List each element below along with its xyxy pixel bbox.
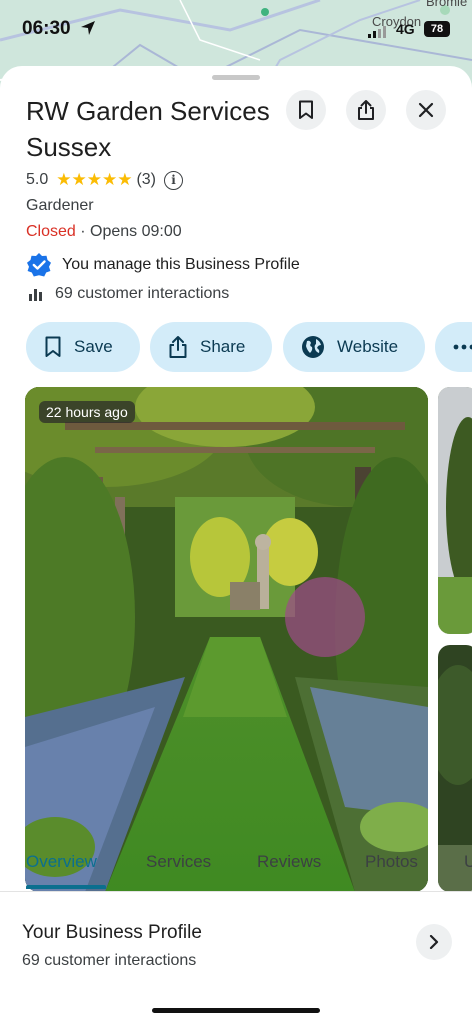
action-chips: Save Share Website bbox=[26, 322, 472, 372]
location-arrow-icon bbox=[81, 21, 95, 35]
opens-time: · Opens 09:00 bbox=[80, 223, 182, 240]
photo-timestamp: 22 hours ago bbox=[39, 401, 135, 423]
place-category: Gardener bbox=[26, 197, 94, 214]
save-button[interactable]: Save bbox=[26, 322, 140, 372]
place-title: RW Garden Services Sussex bbox=[26, 96, 270, 162]
verified-badge-icon bbox=[27, 253, 51, 277]
business-profile-title: Your Business Profile bbox=[22, 922, 202, 943]
tab-photos[interactable]: Photos bbox=[365, 852, 418, 872]
active-tab-indicator bbox=[26, 885, 106, 889]
open-status: Closed bbox=[26, 223, 76, 240]
chevron-right-icon bbox=[429, 935, 439, 949]
save-button-label: Save bbox=[74, 337, 113, 356]
tab-bar: Overview Services Reviews Photos U bbox=[0, 840, 472, 892]
manage-profile-text: You manage this Business Profile bbox=[62, 256, 300, 273]
tab-updates[interactable]: U bbox=[464, 852, 472, 872]
network-type: 4G bbox=[396, 21, 415, 37]
tab-services[interactable]: Services bbox=[146, 852, 211, 872]
share-icon-button[interactable] bbox=[346, 90, 386, 130]
status-bar: 06:30 4G 78 bbox=[0, 0, 472, 60]
main-photo[interactable]: 22 hours ago bbox=[25, 387, 428, 892]
rating-row[interactable]: 5.0 ★★★★★ (3) i bbox=[26, 170, 184, 190]
save-icon-button[interactable] bbox=[286, 90, 326, 130]
star-rating-icon: ★★★★★ bbox=[56, 170, 133, 189]
bar-chart-icon bbox=[29, 289, 42, 301]
manage-profile-row[interactable]: You manage this Business Profile bbox=[26, 252, 300, 278]
garden-photo-image bbox=[25, 387, 428, 892]
more-button[interactable] bbox=[435, 322, 472, 372]
globe-icon bbox=[302, 336, 324, 358]
close-button[interactable] bbox=[406, 90, 446, 130]
rating-value: 5.0 bbox=[26, 171, 49, 188]
bookmark-icon bbox=[299, 100, 313, 119]
share-icon bbox=[358, 100, 374, 120]
website-button[interactable]: Website bbox=[283, 322, 425, 372]
tab-reviews[interactable]: Reviews bbox=[257, 852, 321, 872]
tab-overview[interactable]: Overview bbox=[26, 852, 97, 872]
side-photo-1[interactable] bbox=[438, 387, 472, 634]
close-icon bbox=[418, 102, 434, 118]
business-profile-open-button[interactable] bbox=[416, 924, 452, 960]
side-photo-1-image bbox=[438, 387, 472, 634]
review-count[interactable]: (3) bbox=[136, 171, 156, 189]
website-button-label: Website bbox=[337, 337, 399, 356]
more-icon bbox=[453, 344, 472, 350]
opening-hours[interactable]: Closed · Opens 09:00 bbox=[26, 223, 182, 241]
home-indicator[interactable] bbox=[152, 1008, 320, 1013]
customer-interactions-text: 69 customer interactions bbox=[55, 285, 230, 302]
status-time: 06:30 bbox=[22, 18, 71, 39]
info-icon[interactable]: i bbox=[164, 170, 184, 190]
share-button[interactable]: Share bbox=[150, 322, 272, 372]
business-profile-subtitle: 69 customer interactions bbox=[22, 952, 197, 969]
share-button-label: Share bbox=[200, 337, 246, 356]
share-icon bbox=[169, 336, 187, 358]
bookmark-icon bbox=[45, 336, 61, 357]
customer-interactions-row[interactable]: 69 customer interactions bbox=[29, 285, 229, 303]
signal-icon bbox=[368, 26, 386, 38]
battery-indicator: 78 bbox=[424, 21, 450, 37]
sheet-drag-handle[interactable] bbox=[212, 75, 260, 80]
